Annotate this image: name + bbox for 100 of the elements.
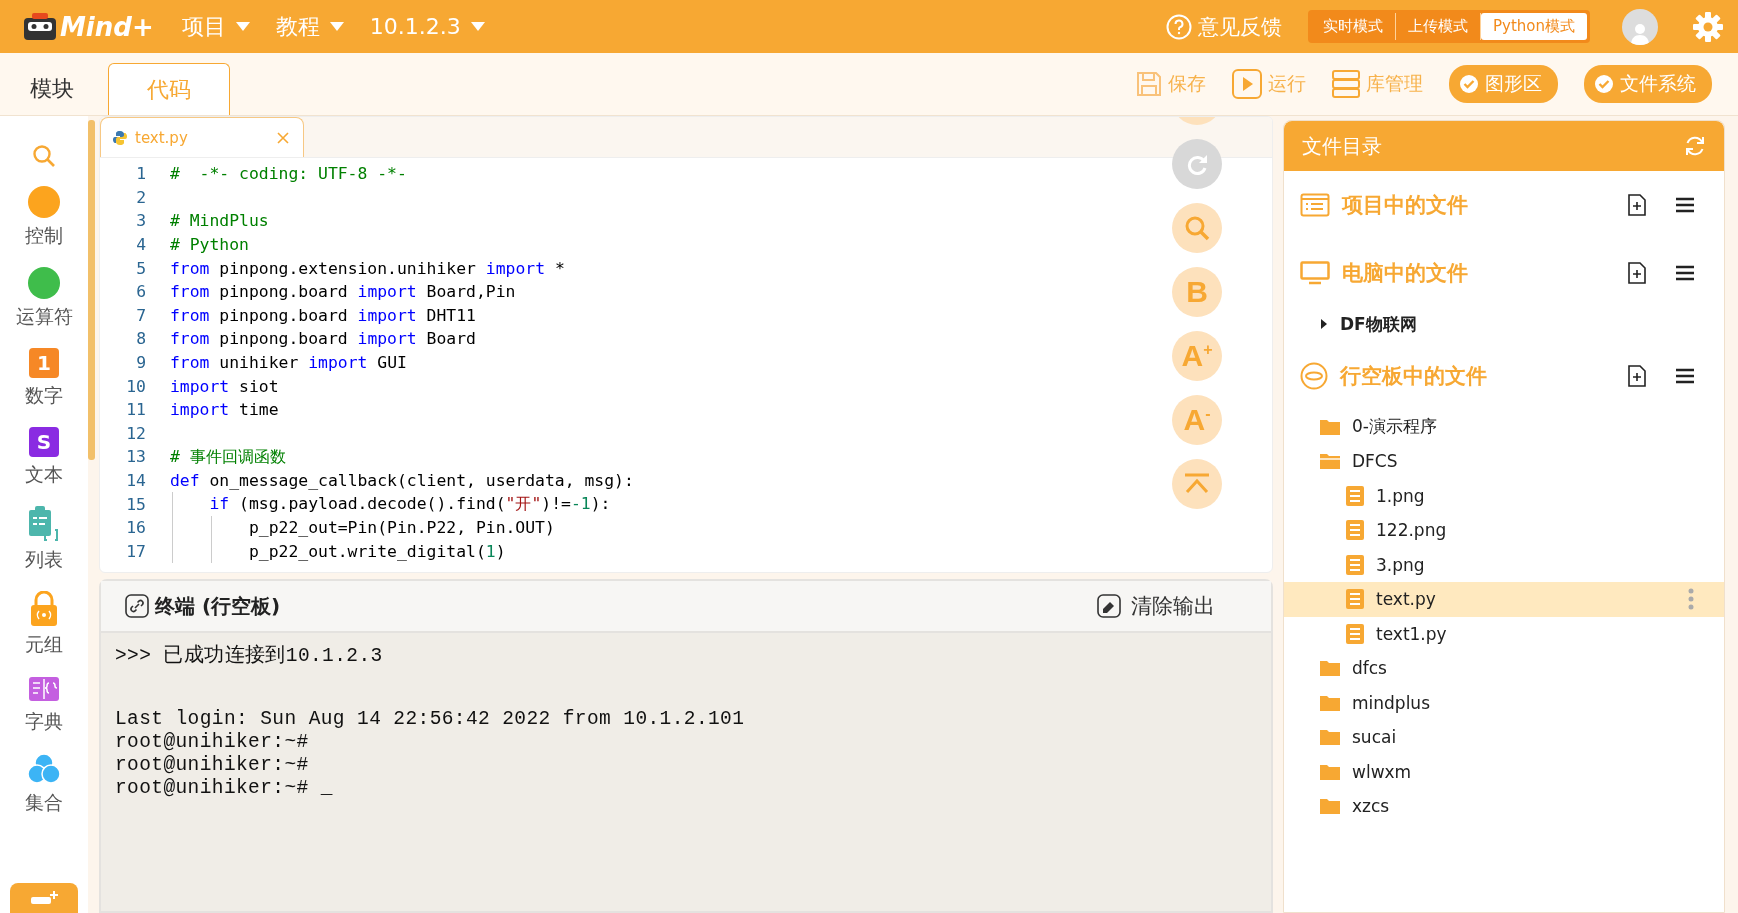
folder-item[interactable]: 0-演示程序 [1284,409,1724,444]
line-number: 14 [125,471,147,490]
folder-icon [1320,659,1340,678]
caret-icon [235,22,250,31]
robot-logo-icon [22,11,58,42]
file-label: 3.png [1376,554,1425,575]
eraser-icon [1097,594,1121,618]
terminal-line: root@unihiker:~# [115,731,310,754]
search-icon [32,144,56,168]
search-button[interactable] [32,144,56,168]
link-icon [125,594,149,618]
code-line: import time [170,400,279,420]
document-icon [1346,554,1364,575]
document-icon [1346,589,1364,610]
category-item[interactable]: 1 数字 [25,348,63,409]
monitor-icon [1300,261,1330,285]
code-line: # 事件回调函数 [170,445,286,468]
top-button[interactable] [1172,459,1222,509]
avatar[interactable] [1622,8,1658,45]
check-icon [1459,74,1479,94]
number-icon: 1 [29,348,59,378]
document-icon [1346,623,1364,644]
line-number: 6 [135,282,147,302]
menu-icon[interactable] [1676,367,1694,384]
file-item[interactable]: text.py [1284,582,1724,617]
category-label: 列表 [25,547,63,572]
line-number: 10 [125,376,147,396]
file-label: text.py [1376,589,1436,610]
folder-item[interactable]: DF物联网 [1284,307,1724,342]
category-item[interactable]: 字典 [25,676,63,735]
save-icon [1136,71,1162,97]
category-item[interactable]: 列表 [25,506,63,573]
code-line: # -*- coding: UTF-8 -*- [170,164,407,184]
terminal-line: root@unihiker:~# [115,754,310,777]
line-number: 5 [135,258,147,278]
category-label: 集合 [25,790,63,815]
menu-icon[interactable] [1676,265,1694,281]
scrollbar[interactable] [88,120,95,460]
new-file-icon[interactable] [1628,364,1646,387]
extension-button[interactable] [10,883,78,913]
list-window-icon [1300,193,1330,217]
folder-label: mindplus [1352,692,1430,713]
terminal-line: >>> 已成功连接到10.1.2.3 [115,645,384,668]
line-number: 9 [135,353,147,373]
line-number: 12 [125,423,147,443]
folder-item[interactable]: xzcs [1284,789,1724,824]
folder-item[interactable]: mindplus [1284,685,1724,720]
category-item[interactable]: S 文本 [25,427,63,488]
logo-text: Mind+ [60,11,154,42]
code-line: # Python [170,235,249,255]
view-tab[interactable]: 模块 [0,63,104,115]
folder-item[interactable]: dfcs [1284,651,1724,686]
code-line: from pinpong.board import Board [170,329,476,349]
line-number: 13 [125,447,147,467]
line-number: 8 [135,329,147,349]
file-item[interactable]: 1.png [1284,478,1724,513]
line-number: 11 [125,400,147,420]
caret-icon [329,22,344,31]
line-number: 7 [135,305,147,325]
search-icon [1184,215,1210,241]
file-tab-label: text.py [135,128,189,147]
folder-item[interactable]: DFCS [1284,444,1724,479]
line-number: 3 [135,211,147,231]
folder-label: xzcs [1352,796,1390,817]
caret-icon [470,22,485,31]
close-icon[interactable] [277,131,289,144]
refresh-icon[interactable] [1684,135,1706,157]
folder-icon [1320,417,1340,436]
category-item[interactable]: 控制 [25,186,63,249]
user-silhouette-icon [1631,22,1649,45]
category-item[interactable]: 元组 [25,591,63,658]
folder-icon [1320,693,1340,712]
caret-right-icon [1320,319,1328,330]
new-file-icon[interactable] [1628,194,1646,216]
category-item[interactable]: 集合 [25,753,63,816]
help-icon [1166,13,1192,40]
folder-item[interactable]: wlwxm [1284,754,1724,789]
file-item[interactable]: 122.png [1284,513,1724,548]
category-item[interactable]: 运算符 [15,267,73,330]
clear-output-button[interactable]: 清除输出 [1097,592,1215,620]
search-button[interactable] [1172,203,1222,253]
folder-label: 0-演示程序 [1352,415,1437,439]
code-line: # MindPlus [170,211,269,231]
file-label: 122.png [1376,520,1447,541]
folder-item[interactable]: sucai [1284,720,1724,755]
python-icon [113,130,127,145]
menu-icon[interactable] [1676,197,1694,213]
terminal-line: Last login: Sun Aug 14 22:56:42 2022 from 10.1.2.101 [115,708,746,731]
line-number: 16 [125,518,147,538]
new-file-icon[interactable] [1628,262,1646,284]
category-label: 字典 [25,709,63,734]
terminal-line: root@unihiker:~# _ [115,777,334,800]
line-number: 2 [135,187,147,207]
file-item[interactable]: 3.png [1284,547,1724,582]
more-icon[interactable] [1688,588,1694,611]
code-line: from pinpong.board import Board,Pin [170,282,516,302]
settings-icon[interactable] [1692,10,1724,43]
category-label: 数字 [25,383,63,408]
file-item[interactable]: text1.py [1284,616,1724,651]
code-line: from pinpong.extension.unihiker import * [170,258,565,278]
